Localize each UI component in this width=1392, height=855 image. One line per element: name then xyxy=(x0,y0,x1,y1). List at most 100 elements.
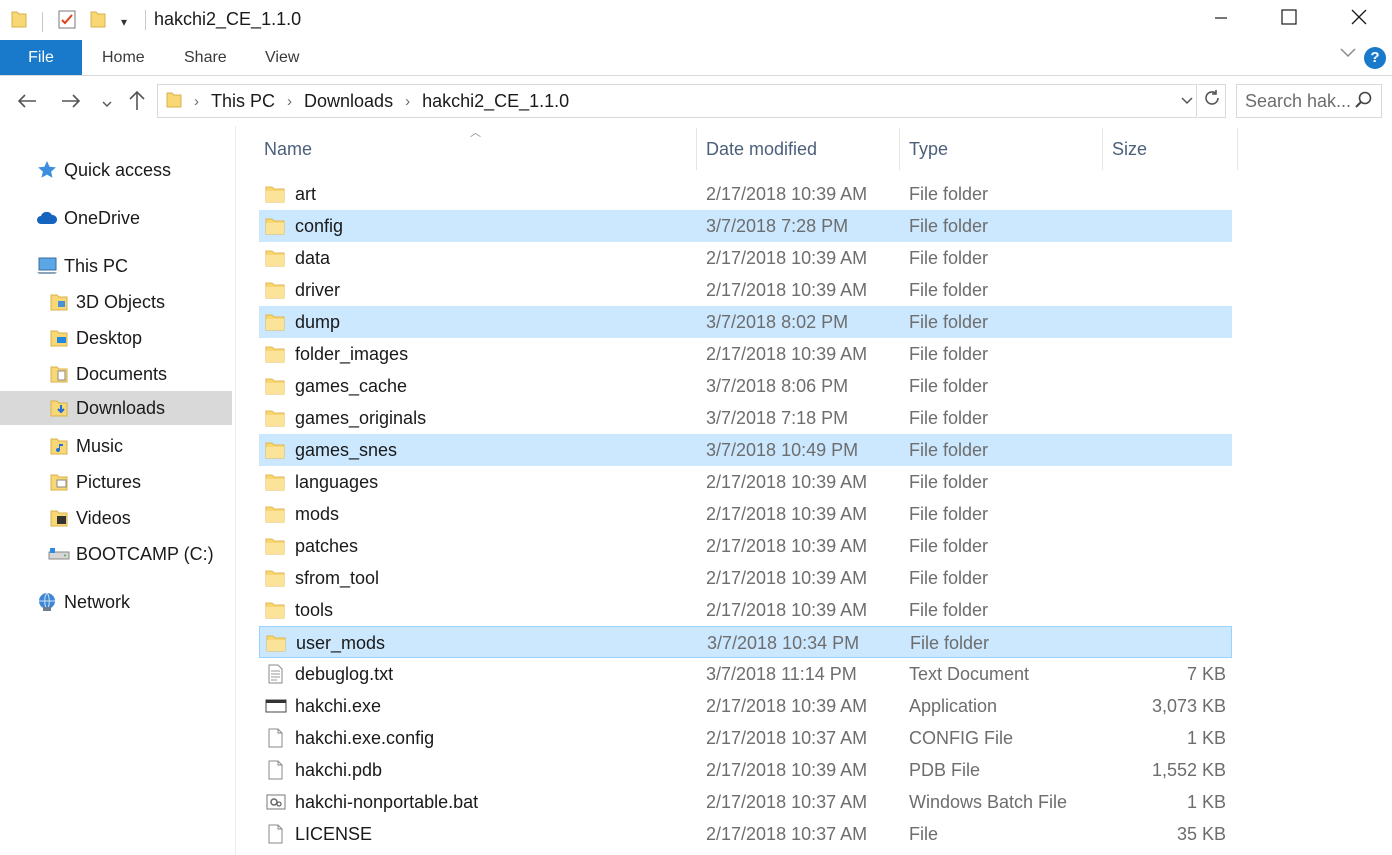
sidebar-item-videos[interactable]: Videos xyxy=(0,501,232,535)
sidebar-item-documents[interactable]: Documents xyxy=(0,357,232,391)
table-row[interactable]: hakchi-nonportable.bat 2/17/2018 10:37 AM… xyxy=(259,786,1232,818)
tab-home[interactable]: Home xyxy=(102,40,145,75)
sidebar-item-desktop[interactable]: Desktop xyxy=(0,321,232,355)
file-type: File folder xyxy=(909,440,989,460)
file-date: 3/7/2018 8:02 PM xyxy=(706,312,849,332)
file-type: File folder xyxy=(909,504,989,524)
chevron-right-icon[interactable]: › xyxy=(405,93,410,110)
sidebar-item-network[interactable]: Network xyxy=(0,585,232,619)
refresh-button[interactable] xyxy=(1198,84,1226,118)
tab-file[interactable]: File xyxy=(0,40,82,75)
folder-icon xyxy=(265,216,285,236)
table-row[interactable]: hakchi.exe.config 2/17/2018 10:37 AM CONFI… xyxy=(259,722,1232,754)
file-name: LICENSE xyxy=(295,824,373,844)
file-type: File folder xyxy=(910,633,990,653)
file-size: 3,073 KB xyxy=(1151,696,1226,716)
breadcrumb-downloads[interactable]: Downloads xyxy=(304,91,393,112)
sidebar-item-label: 3D Objects xyxy=(76,291,166,312)
table-row[interactable]: debuglog.txt 3/7/2018 11:14 PM Text Docume… xyxy=(259,658,1232,690)
table-row[interactable]: languages 2/17/2018 10:39 AM File folder xyxy=(259,466,1232,498)
table-row[interactable]: LICENSE 2/17/2018 10:37 AM File 35 KB xyxy=(259,818,1232,850)
column-header-size[interactable]: Size xyxy=(1108,128,1238,170)
table-row[interactable]: hakchi.exe 2/17/2018 10:39 AM Application 3… xyxy=(259,690,1232,722)
file-type: File folder xyxy=(909,408,989,428)
maximize-button[interactable] xyxy=(1254,0,1324,38)
new-folder-icon[interactable] xyxy=(89,9,107,34)
table-row[interactable]: art 2/17/2018 10:39 AM File folder xyxy=(259,178,1232,210)
folder-icon xyxy=(265,184,285,204)
chevron-right-icon[interactable]: › xyxy=(287,93,292,110)
sidebar-item-label: BOOTCAMP (C:) xyxy=(76,543,214,564)
forward-button[interactable] xyxy=(58,90,84,116)
search-box xyxy=(1236,84,1382,118)
recent-locations-button[interactable] xyxy=(99,90,115,116)
up-button[interactable] xyxy=(125,89,149,115)
search-icon[interactable] xyxy=(1355,91,1373,114)
expand-ribbon-icon[interactable] xyxy=(1340,45,1356,63)
minimize-button[interactable] xyxy=(1186,0,1256,38)
file-size: 1 KB xyxy=(1186,792,1226,812)
arrow-left-icon xyxy=(16,93,38,114)
folder-icon xyxy=(48,291,70,313)
address-dropdown-icon[interactable] xyxy=(1180,91,1194,114)
sidebar-item-quick-access[interactable]: Quick access xyxy=(0,153,232,187)
breadcrumb-current[interactable]: hakchi2_CE_1.1.0 xyxy=(422,91,569,112)
breadcrumb-this-pc[interactable]: This PC xyxy=(211,91,275,112)
sidebar-item-3d-objects[interactable]: 3D Objects xyxy=(0,285,232,319)
sidebar-item-label: Desktop xyxy=(76,327,143,348)
sidebar-item-pictures[interactable]: Pictures xyxy=(0,465,232,499)
help-icon[interactable]: ? xyxy=(1364,47,1386,69)
customize-toolbar-icon[interactable]: ▾ xyxy=(121,15,127,29)
sidebar-item-onedrive[interactable]: OneDrive xyxy=(0,201,232,235)
close-button[interactable] xyxy=(1324,0,1392,38)
table-row[interactable]: tools 2/17/2018 10:39 AM File folder xyxy=(259,594,1232,626)
chevron-right-icon[interactable]: › xyxy=(194,93,199,110)
table-row[interactable]: config 3/7/2018 7:28 PM File folder xyxy=(259,210,1232,242)
sidebar-item-this-pc[interactable]: This PC xyxy=(0,249,232,283)
table-row[interactable]: driver 2/17/2018 10:39 AM File folder xyxy=(259,274,1232,306)
column-header-name[interactable]: Name xyxy=(260,128,697,170)
file-date: 2/17/2018 10:37 AM xyxy=(706,728,868,748)
table-row[interactable]: folder_images 2/17/2018 10:39 AM File fold… xyxy=(259,338,1232,370)
minimize-icon xyxy=(1214,8,1228,31)
sidebar-item-label: OneDrive xyxy=(64,207,141,228)
column-header-type[interactable]: Type xyxy=(905,128,1103,170)
tab-view[interactable]: View xyxy=(265,40,299,75)
toolbar-divider xyxy=(42,11,43,32)
sidebar-item-bootcamp[interactable]: BOOTCAMP (C:) xyxy=(0,537,232,571)
file-date: 3/7/2018 10:49 PM xyxy=(706,440,859,460)
ribbon-tabs: File Home Share View ? xyxy=(0,40,1392,76)
file-date: 2/17/2018 10:39 AM xyxy=(706,536,868,556)
table-row[interactable]: games_originals 3/7/2018 7:18 PM File fold… xyxy=(259,402,1232,434)
folder-icon xyxy=(265,408,285,428)
sidebar-item-downloads[interactable]: Downloads xyxy=(0,391,232,425)
folder-icon xyxy=(265,568,285,588)
table-row[interactable]: dump 3/7/2018 8:02 PM File folder xyxy=(259,306,1232,338)
properties-icon[interactable] xyxy=(57,8,77,35)
search-input[interactable] xyxy=(1245,90,1353,112)
table-row[interactable]: mods 2/17/2018 10:39 AM File folder xyxy=(259,498,1232,530)
table-row[interactable]: data 2/17/2018 10:39 AM File folder xyxy=(259,242,1232,274)
address-bar[interactable]: › This PC › Downloads › hakchi2_CE_1.1.0 xyxy=(157,84,1197,118)
tab-share[interactable]: Share xyxy=(184,40,227,75)
file-name: driver xyxy=(295,280,341,300)
folder-icon xyxy=(265,536,285,556)
table-row[interactable]: sfrom_tool 2/17/2018 10:39 AM File folder xyxy=(259,562,1232,594)
table-row[interactable]: games_snes 3/7/2018 10:49 PM File folder xyxy=(259,434,1232,466)
column-header-date[interactable]: Date modified xyxy=(702,128,900,170)
table-row[interactable]: patches 2/17/2018 10:39 AM File folder xyxy=(259,530,1232,562)
back-button[interactable] xyxy=(14,90,40,116)
file-name: games_cache xyxy=(295,376,408,396)
folder-icon xyxy=(48,327,70,349)
table-row[interactable]: user_mods 3/7/2018 10:34 PM File folder xyxy=(259,626,1232,658)
title-bar: ▾ hakchi2_CE_1.1.0 xyxy=(0,0,1392,40)
sidebar-item-music[interactable]: Music xyxy=(0,429,232,463)
folder-icon xyxy=(265,248,285,268)
table-row[interactable]: hakchi.pdb 2/17/2018 10:39 AM PDB File 1,55… xyxy=(259,754,1232,786)
file-type: File folder xyxy=(909,536,989,556)
file-type: File folder xyxy=(909,216,989,236)
table-row[interactable]: games_cache 3/7/2018 8:06 PM File folder xyxy=(259,370,1232,402)
sidebar-item-label: Network xyxy=(64,591,131,612)
file-size: 1,552 KB xyxy=(1151,760,1226,780)
file-type: File folder xyxy=(909,248,989,268)
